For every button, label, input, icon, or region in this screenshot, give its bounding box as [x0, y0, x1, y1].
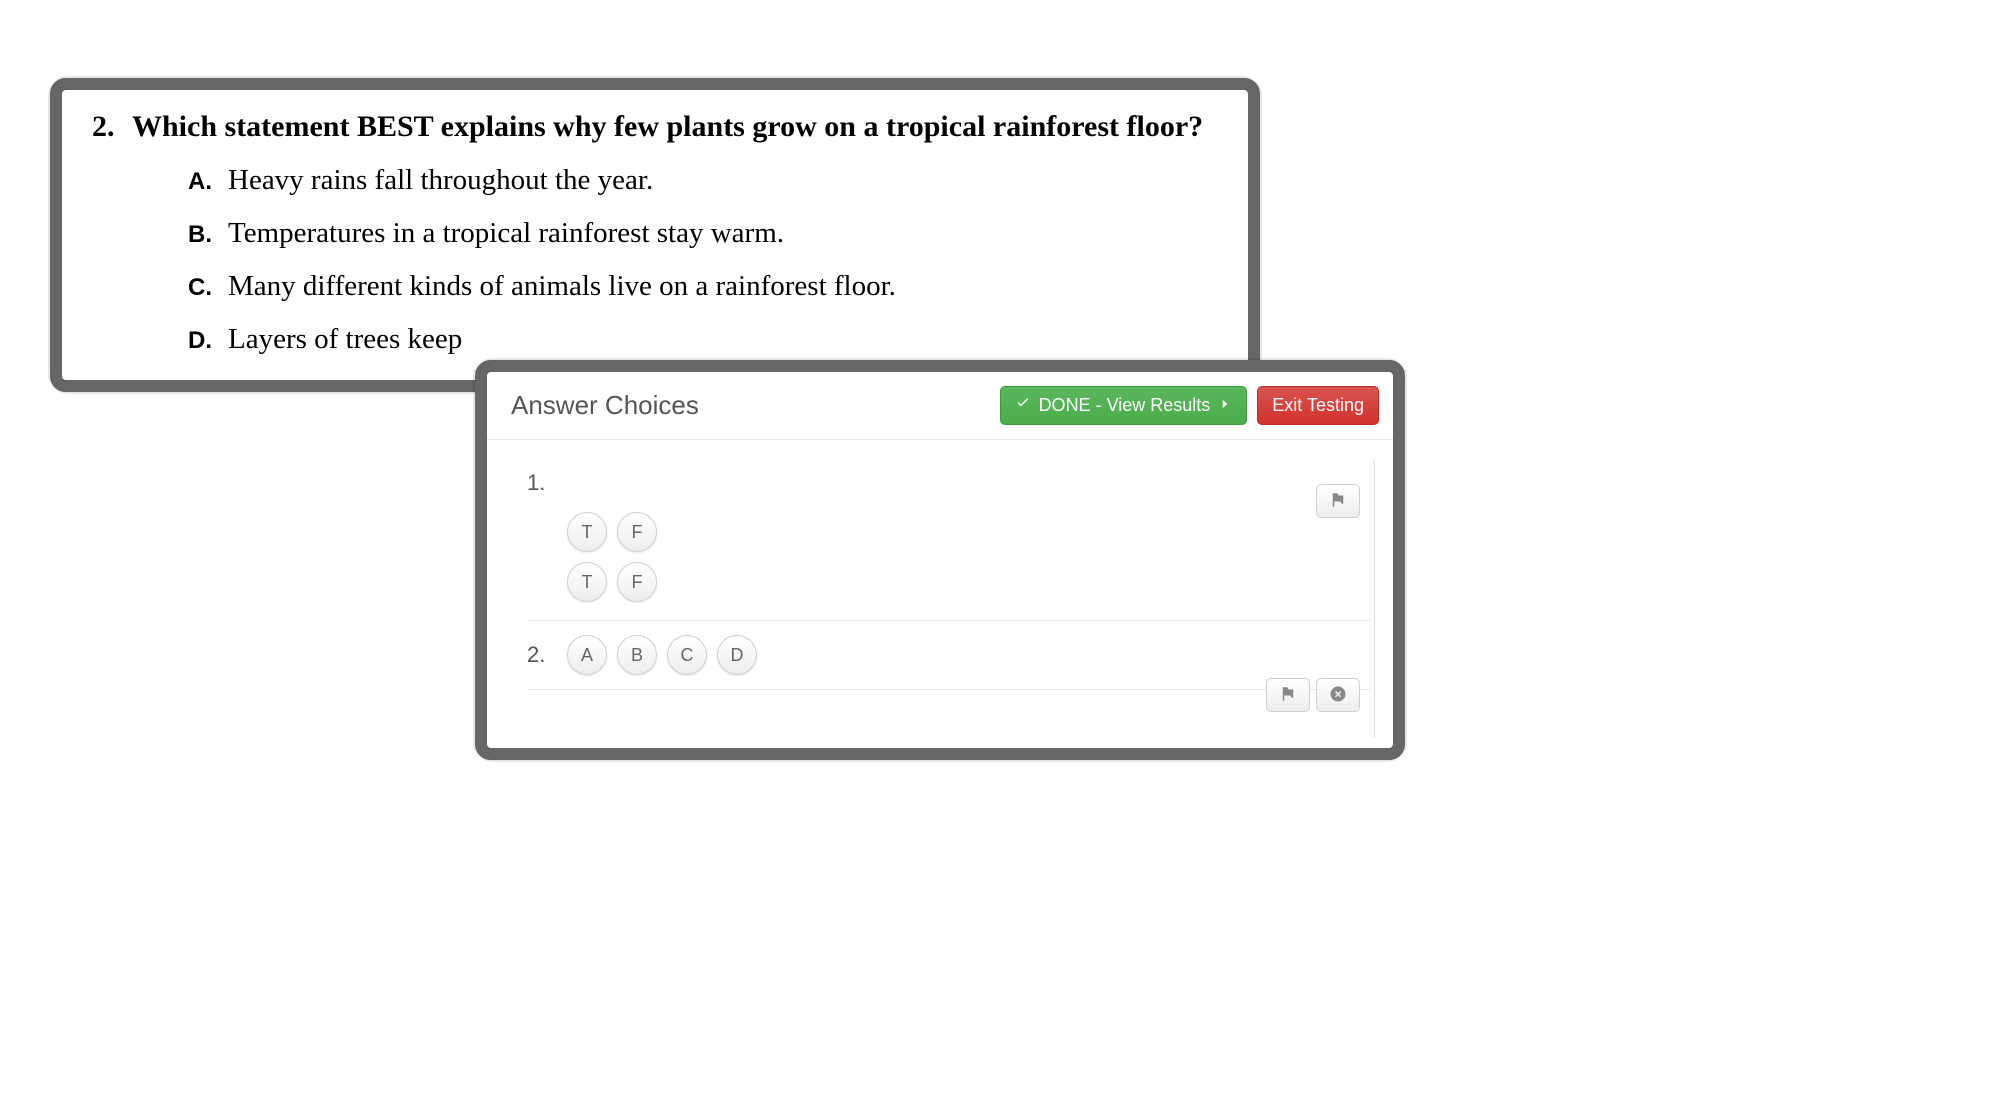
choice-f-2[interactable]: F [617, 562, 657, 602]
question-prompt: Which statement BEST explains why few pl… [132, 110, 1203, 144]
option-c[interactable]: C. Many different kinds of animals live … [188, 270, 1218, 303]
option-a-letter: A. [188, 168, 228, 196]
question-card: 2. Which statement BEST explains why few… [50, 78, 1260, 392]
tf-row-2: T F [567, 562, 1370, 602]
answer-header: Answer Choices DONE - View Results Exit … [487, 372, 1393, 440]
answer-row-2: 2. A B C D [527, 625, 1370, 685]
row-1-actions [1316, 484, 1360, 518]
question-options: A. Heavy rains fall throughout the year.… [188, 164, 1218, 356]
exit-testing-button[interactable]: Exit Testing [1257, 386, 1379, 425]
option-b-text: Temperatures in a tropical rainforest st… [228, 217, 784, 250]
choice-t-1[interactable]: T [567, 512, 607, 552]
answer-row-2-number: 2. [527, 642, 567, 668]
answer-row-1: 1. [527, 460, 1370, 506]
divider-1 [527, 620, 1370, 621]
choice-t-2[interactable]: T [567, 562, 607, 602]
answer-row-1-number: 1. [527, 470, 567, 496]
flag-icon [1279, 685, 1297, 706]
choice-b[interactable]: B [617, 635, 657, 675]
option-d-letter: D. [188, 327, 228, 355]
question-number: 2. [92, 110, 132, 144]
question-prompt-line: 2. Which statement BEST explains why few… [92, 110, 1218, 144]
answer-body: 1. T F T F 2. A B C D [487, 440, 1393, 748]
option-c-letter: C. [188, 274, 228, 302]
answer-title: Answer Choices [511, 390, 699, 421]
option-d-text: Layers of trees keep [228, 323, 462, 356]
done-view-results-button[interactable]: DONE - View Results [1000, 386, 1248, 425]
tf-row-1: T F [567, 512, 1370, 552]
flag-button-1[interactable] [1316, 484, 1360, 518]
option-a[interactable]: A. Heavy rains fall throughout the year. [188, 164, 1218, 197]
choice-d[interactable]: D [717, 635, 757, 675]
answer-card: Answer Choices DONE - View Results Exit … [475, 360, 1405, 760]
check-icon [1015, 395, 1031, 416]
option-b-letter: B. [188, 221, 228, 249]
header-buttons: DONE - View Results Exit Testing [1000, 386, 1379, 425]
option-d[interactable]: D. Layers of trees keep [188, 323, 1218, 356]
row-2-actions [1266, 678, 1360, 712]
option-b[interactable]: B. Temperatures in a tropical rainforest… [188, 217, 1218, 250]
clear-button-2[interactable] [1316, 678, 1360, 712]
choice-f-1[interactable]: F [617, 512, 657, 552]
exit-label: Exit Testing [1272, 395, 1364, 415]
done-label: DONE - View Results [1039, 395, 1211, 416]
option-c-text: Many different kinds of animals live on … [228, 270, 896, 303]
flag-button-2[interactable] [1266, 678, 1310, 712]
chevron-right-icon [1218, 395, 1232, 416]
choice-a[interactable]: A [567, 635, 607, 675]
option-a-text: Heavy rains fall throughout the year. [228, 164, 653, 197]
close-circle-icon [1329, 685, 1347, 706]
divider-2 [527, 689, 1370, 690]
flag-icon [1329, 491, 1347, 512]
choice-c[interactable]: C [667, 635, 707, 675]
